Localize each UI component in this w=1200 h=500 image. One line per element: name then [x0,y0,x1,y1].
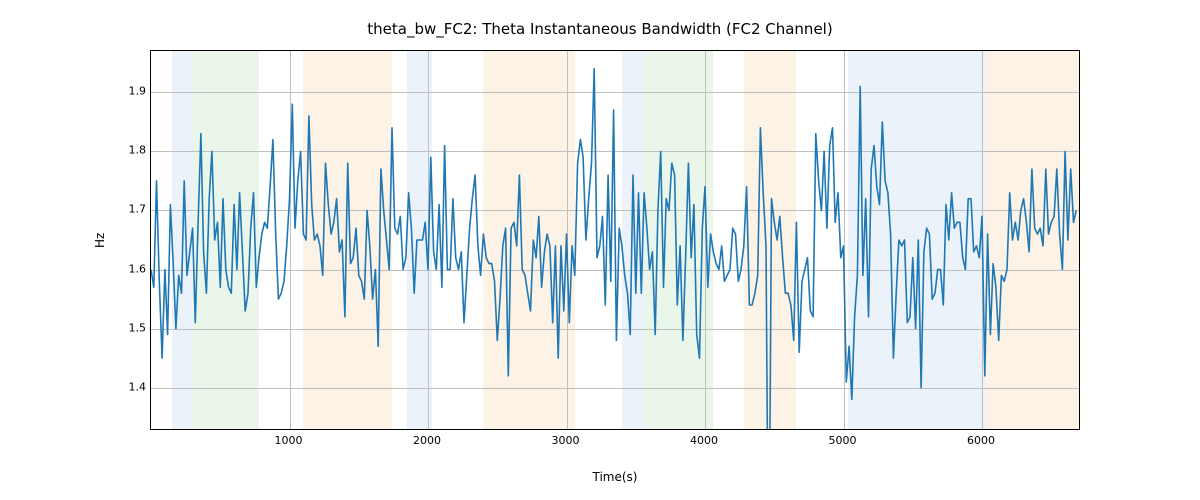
x-tick-label: 3000 [552,434,580,447]
y-tick-label: 1.8 [118,144,146,157]
x-tick-label: 2000 [413,434,441,447]
y-tick-label: 1.5 [118,321,146,334]
x-axis-label: Time(s) [150,470,1080,484]
y-tick-label: 1.4 [118,380,146,393]
y-tick-label: 1.6 [118,262,146,275]
plot-area [150,50,1080,430]
chart-title: theta_bw_FC2: Theta Instantaneous Bandwi… [0,20,1200,38]
x-tick-label: 6000 [967,434,995,447]
x-tick-label: 1000 [275,434,303,447]
y-tick-label: 1.7 [118,203,146,216]
figure: theta_bw_FC2: Theta Instantaneous Bandwi… [0,0,1200,500]
data-series-line [151,51,1079,429]
x-tick-label: 5000 [829,434,857,447]
y-axis-label: Hz [90,50,110,430]
x-tick-label: 4000 [690,434,718,447]
y-tick-label: 1.9 [118,85,146,98]
